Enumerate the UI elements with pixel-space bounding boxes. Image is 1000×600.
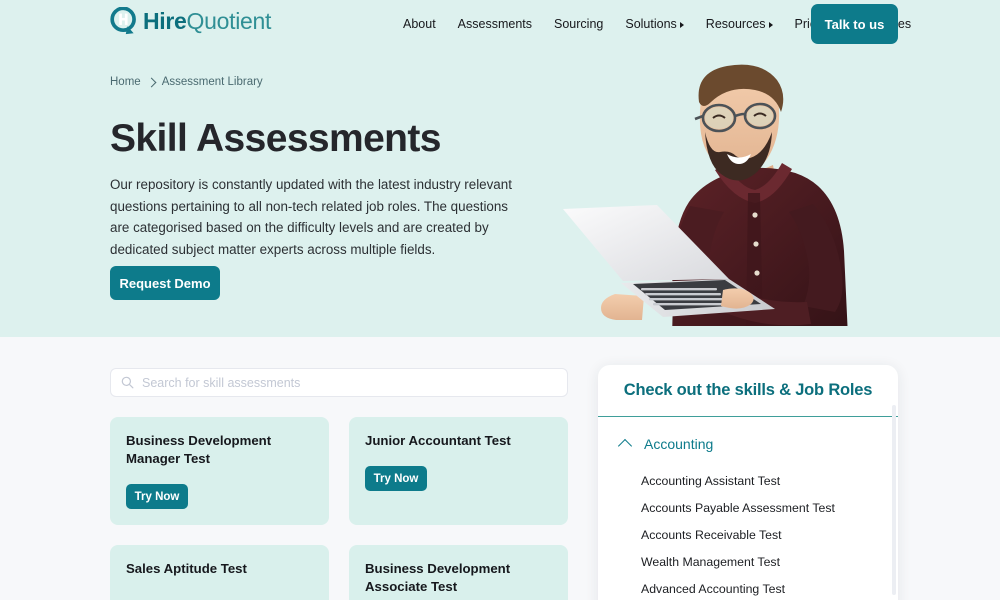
chevron-right-icon — [146, 77, 157, 87]
brand-name-primary: Hire — [143, 8, 187, 34]
list-item[interactable]: Wealth Management Test — [598, 548, 898, 575]
skills-job-roles-panel: Check out the skills & Job Roles Account… — [598, 365, 898, 600]
caret-right-icon — [768, 21, 773, 28]
hirequotient-logo-icon — [110, 7, 138, 35]
brand-name: HireQuotient — [143, 7, 271, 35]
nav-link-label: Solutions — [625, 17, 677, 31]
top-navigation-bar: HireQuotient About Assessments Sourcing … — [0, 0, 1000, 48]
skills-panel-heading: Check out the skills & Job Roles — [598, 365, 898, 417]
brand-name-secondary: Quotient — [186, 8, 272, 34]
assessment-card[interactable]: Business Development Manager Test Try No… — [110, 417, 329, 525]
search-input[interactable] — [142, 375, 557, 390]
skill-group-label: Accounting — [644, 436, 714, 452]
nav-link-about[interactable]: About — [392, 17, 447, 31]
assessment-card[interactable]: Junior Accountant Test Try Now — [349, 417, 568, 525]
try-now-button[interactable]: Try Now — [365, 466, 427, 491]
breadcrumb: Home Assessment Library — [110, 76, 263, 88]
try-now-button[interactable]: Try Now — [126, 484, 188, 509]
assessment-card-title: Business Development Associate Test — [365, 561, 511, 594]
page-root: HireQuotient About Assessments Sourcing … — [0, 0, 1000, 600]
page-title: Skill Assessments — [110, 117, 441, 160]
chevron-up-icon[interactable] — [617, 438, 633, 454]
brand-logo[interactable]: HireQuotient — [110, 7, 271, 35]
panel-scrollbar[interactable] — [892, 405, 896, 595]
list-item[interactable]: Advanced Accounting Test — [598, 575, 898, 600]
list-item[interactable]: Accounting Assistant Test — [598, 467, 898, 494]
search-bar[interactable] — [110, 368, 568, 397]
caret-right-icon — [679, 21, 684, 28]
nav-link-resources[interactable]: Resources — [695, 17, 784, 31]
search-icon — [121, 376, 134, 389]
nav-link-label: Assessments — [457, 17, 533, 31]
hero-photo — [555, 58, 1000, 337]
skills-panel-body: Accounting Accounting Assistant Test Acc… — [598, 417, 898, 600]
nav-link-assessments[interactable]: Assessments — [447, 17, 543, 31]
assessment-card-title: Junior Accountant Test — [365, 433, 511, 448]
breadcrumb-item-home[interactable]: Home — [110, 76, 141, 88]
list-item[interactable]: Accounts Payable Assessment Test — [598, 494, 898, 521]
assessment-card-title: Business Development Manager Test — [126, 433, 272, 466]
request-demo-button[interactable]: Request Demo — [110, 266, 220, 300]
skill-group-accounting[interactable]: Accounting — [598, 431, 898, 457]
skill-item-list: Accounting Assistant Test Accounts Payab… — [598, 467, 898, 600]
nav-link-solutions[interactable]: Solutions — [614, 17, 694, 31]
talk-to-us-button[interactable]: Talk to us — [811, 4, 898, 44]
assessment-card-title: Sales Aptitude Test — [126, 561, 247, 576]
assessment-card-grid: Business Development Manager Test Try No… — [110, 417, 568, 600]
nav-link-label: Sourcing — [554, 17, 604, 31]
list-item[interactable]: Accounts Receivable Test — [598, 521, 898, 548]
nav-link-label: About — [403, 17, 436, 31]
assessment-card[interactable]: Sales Aptitude Test — [110, 545, 329, 600]
nav-link-sourcing[interactable]: Sourcing — [543, 17, 614, 31]
hero-description: Our repository is constantly updated wit… — [110, 177, 512, 257]
nav-link-label: Resources — [705, 17, 766, 31]
breadcrumb-item-assessment-library[interactable]: Assessment Library — [162, 76, 263, 88]
assessment-card[interactable]: Business Development Associate Test — [349, 545, 568, 600]
